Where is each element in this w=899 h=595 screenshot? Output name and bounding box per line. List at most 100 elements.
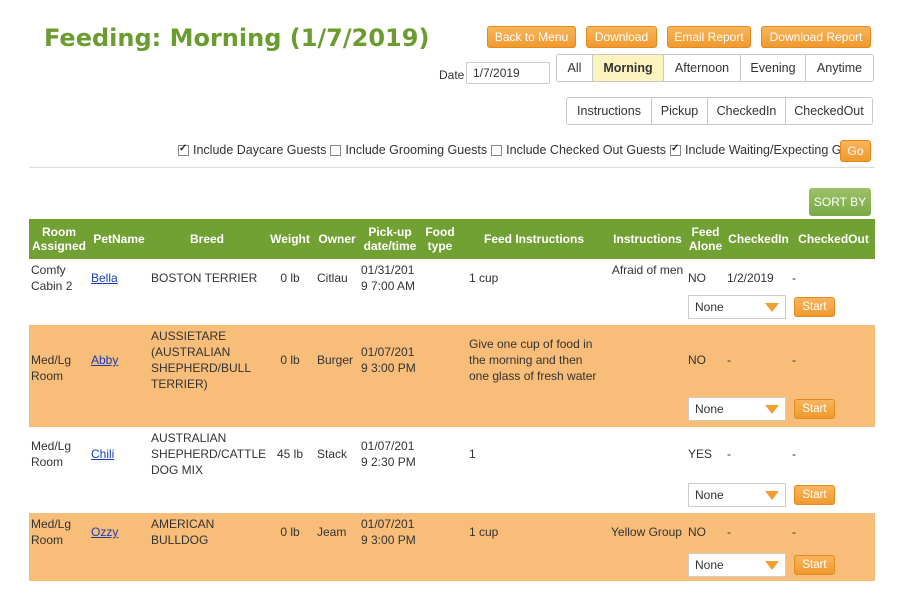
owner-cell: Jeam bbox=[317, 525, 347, 539]
pet-link[interactable]: Abby bbox=[91, 353, 118, 367]
checkedin-cell: - bbox=[727, 447, 731, 461]
checkedout-cell: - bbox=[792, 353, 796, 367]
page-title: Feeding: Morning (1/7/2019) bbox=[44, 24, 430, 52]
checkedout-cell: - bbox=[792, 271, 796, 285]
col-feed-alone[interactable]: Feed Alone bbox=[686, 219, 725, 259]
grooming-label: Include Grooming Guests bbox=[345, 143, 488, 157]
room-cell: Med/Lg Room bbox=[31, 517, 72, 547]
pet-link[interactable]: Ozzy bbox=[91, 525, 118, 539]
col-breed[interactable]: Breed bbox=[149, 219, 265, 259]
table-row: Med/Lg Room Chili AUSTRALIAN SHEPHERD/CA… bbox=[29, 427, 875, 513]
go-button[interactable]: Go bbox=[840, 140, 871, 162]
breed-cell: AUSTRALIAN SHEPHERD/CATTLE DOG MIX bbox=[151, 431, 267, 477]
feed-alone-cell: NO bbox=[688, 271, 706, 285]
col-pickup[interactable]: Pick-up date/time bbox=[359, 219, 421, 259]
col-instructions[interactable]: Instructions bbox=[609, 219, 686, 259]
tab-pickup[interactable]: Pickup bbox=[652, 98, 708, 124]
daycare-checkbox[interactable] bbox=[178, 143, 189, 156]
tab-all[interactable]: All bbox=[557, 55, 593, 81]
dropdown-arrow-icon bbox=[765, 404, 779, 414]
date-label: Date bbox=[439, 68, 465, 82]
table-row: Med/Lg Room Abby AUSSIETARE (AUSTRALIAN … bbox=[29, 325, 875, 427]
download-report-button[interactable]: Download Report bbox=[761, 26, 871, 48]
checked-out-label: Include Checked Out Guests bbox=[506, 143, 666, 157]
tab-anytime[interactable]: Anytime bbox=[806, 55, 873, 81]
download-button[interactable]: Download bbox=[586, 26, 657, 48]
waiting-checkbox[interactable] bbox=[669, 143, 681, 156]
checked-out-checkbox[interactable] bbox=[491, 144, 503, 156]
tab-morning[interactable]: Morning bbox=[593, 55, 664, 81]
checkedout-cell: - bbox=[792, 447, 796, 461]
owner-cell: Stack bbox=[317, 447, 348, 461]
pickup-cell: 01/31/2019 7:00 AM bbox=[361, 263, 416, 293]
food-type-cell bbox=[421, 325, 459, 427]
tab-checkedout[interactable]: CheckedOut bbox=[786, 98, 872, 124]
email-report-button[interactable]: Email Report bbox=[667, 26, 751, 48]
owner-cell: Citlau bbox=[317, 271, 348, 285]
breed-cell: AUSSIETARE (AUSTRALIAN SHEPHERD/BULL TER… bbox=[151, 329, 251, 391]
start-button[interactable]: Start bbox=[794, 297, 835, 317]
pickup-cell: 01/07/2019 3:00 PM bbox=[361, 345, 416, 375]
weight-cell: 0 lb bbox=[280, 353, 300, 367]
col-food-type[interactable]: Food type bbox=[421, 219, 459, 259]
checkedin-cell: - bbox=[727, 353, 731, 367]
feed-instructions-cell: 1 bbox=[469, 447, 476, 461]
breed-cell: AMERICAN BULLDOG bbox=[151, 517, 215, 547]
divider bbox=[29, 167, 875, 168]
feed-alone-cell: YES bbox=[688, 447, 713, 461]
col-room[interactable]: Room Assigned bbox=[29, 219, 89, 259]
food-type-cell bbox=[421, 427, 459, 513]
feed-instructions-cell: 1 cup bbox=[469, 271, 499, 285]
start-button[interactable]: Start bbox=[794, 399, 835, 419]
sort-by-button[interactable]: SORT BY bbox=[809, 188, 871, 216]
pet-link[interactable]: Bella bbox=[91, 271, 118, 285]
dropdown-arrow-icon bbox=[765, 560, 779, 570]
time-filter-tabs: All Morning Afternoon Evening Anytime bbox=[556, 54, 874, 82]
start-button[interactable]: Start bbox=[794, 555, 835, 575]
status-select[interactable]: None bbox=[688, 483, 786, 507]
room-cell: Comfy Cabin 2 bbox=[31, 263, 73, 293]
status-select[interactable]: None bbox=[688, 397, 786, 421]
instructions-cell bbox=[609, 325, 686, 427]
start-button[interactable]: Start bbox=[794, 485, 835, 505]
col-weight[interactable]: Weight bbox=[265, 219, 315, 259]
breed-cell: BOSTON TERRIER bbox=[151, 271, 258, 285]
status-select[interactable]: None bbox=[688, 295, 786, 319]
tab-checkedin[interactable]: CheckedIn bbox=[708, 98, 786, 124]
col-owner[interactable]: Owner bbox=[315, 219, 359, 259]
back-to-menu-button[interactable]: Back to Menu bbox=[487, 26, 576, 48]
owner-cell: Burger bbox=[317, 353, 354, 367]
tab-evening[interactable]: Evening bbox=[741, 55, 806, 81]
col-checkedin[interactable]: CheckedIn bbox=[725, 219, 792, 259]
room-cell: Med/Lg Room bbox=[31, 439, 72, 469]
instructions-cell: Afraid of men bbox=[611, 263, 684, 277]
guest-filters: Include Daycare Guests Include Grooming … bbox=[174, 143, 871, 157]
pickup-cell: 01/07/2019 3:00 PM bbox=[361, 517, 416, 547]
food-type-cell bbox=[421, 259, 459, 325]
grooming-checkbox[interactable] bbox=[330, 144, 342, 156]
col-feed-instructions[interactable]: Feed Instructions bbox=[459, 219, 609, 259]
weight-cell: 0 lb bbox=[280, 525, 300, 539]
instructions-cell: Yellow Group bbox=[611, 525, 682, 539]
tab-afternoon[interactable]: Afternoon bbox=[664, 55, 741, 81]
food-type-cell bbox=[421, 513, 459, 581]
status-select[interactable]: None bbox=[688, 553, 786, 577]
col-checkedout[interactable]: CheckedOut bbox=[792, 219, 875, 259]
feed-alone-cell: NO bbox=[688, 525, 706, 539]
feed-instructions-cell: 1 cup bbox=[469, 525, 499, 539]
weight-cell: 0 lb bbox=[280, 271, 300, 285]
view-tabs: Instructions Pickup CheckedIn CheckedOut bbox=[566, 97, 873, 125]
instructions-cell bbox=[609, 427, 686, 513]
room-cell: Med/Lg Room bbox=[31, 353, 72, 383]
tab-instructions[interactable]: Instructions bbox=[567, 98, 652, 124]
table-row: Med/Lg Room Ozzy AMERICAN BULLDOG 0 lb J… bbox=[29, 513, 875, 581]
table-header: Room Assigned PetName Breed Weight Owner… bbox=[29, 219, 875, 259]
checkedin-cell: 1/2/2019 bbox=[727, 271, 774, 285]
pickup-cell: 01/07/2019 2:30 PM bbox=[361, 439, 416, 469]
feed-instructions-cell: Give one cup of food in the morning and … bbox=[469, 337, 597, 383]
checkedout-cell: - bbox=[792, 525, 796, 539]
date-input[interactable] bbox=[466, 62, 550, 84]
dropdown-arrow-icon bbox=[765, 302, 779, 312]
col-petname[interactable]: PetName bbox=[89, 219, 149, 259]
pet-link[interactable]: Chili bbox=[91, 447, 114, 461]
